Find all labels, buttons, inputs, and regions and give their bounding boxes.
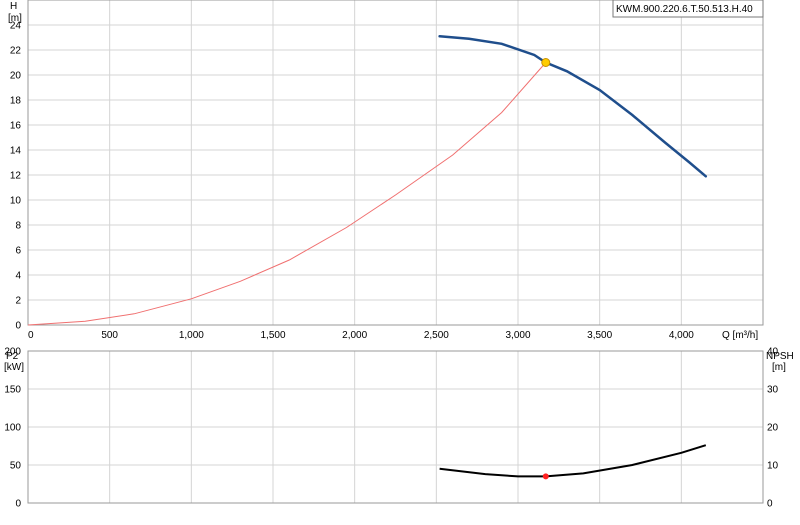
pump-head-curve (438, 35, 708, 178)
duty-point-marker (541, 58, 551, 67)
top-y-tick-labels: 024681012141618202224 (10, 21, 22, 332)
bottom-y2-tick-2: 30 (767, 385, 779, 396)
top-xlabel: Q [m³/h] (722, 330, 758, 341)
bottom-y2-tick-3: 40 (767, 347, 779, 358)
top-x-tick-0: 0 (28, 330, 34, 341)
bottom-y-tick-4: 200 (4, 347, 21, 358)
top-y-tick-7: 14 (10, 146, 22, 157)
top-x-tick-5: 2,500 (424, 330, 449, 341)
top-y-tick-9: 18 (10, 96, 22, 107)
bottom-y-tick-2: 100 (4, 423, 21, 434)
bottom-y2label-line2: [m] (772, 362, 786, 373)
top-x-tick-2: 1,000 (179, 330, 204, 341)
bottom-y-tick-3: 150 (4, 385, 21, 396)
model-label-box: KWM.900.220.6.T.50.513.H.40 (612, 0, 764, 18)
top-y-tick-3: 6 (15, 246, 21, 257)
bottom-y2-tick-0: 10 (767, 461, 779, 472)
top-y-tick-4: 8 (15, 221, 21, 232)
top-x-tick-6: 3,000 (505, 330, 530, 341)
bottom-y-tick-1: 50 (10, 461, 22, 472)
top-x-tick-8: 4,000 (669, 330, 694, 341)
top-y-tick-5: 10 (10, 196, 22, 207)
top-y-tick-10: 20 (10, 71, 22, 82)
top-x-tick-4: 2,000 (342, 330, 367, 341)
top-y-tick-12: 24 (10, 21, 22, 32)
bottom-y2-tick-1: 20 (767, 423, 779, 434)
pump-performance-chart: H [m] 0 2 4 6 8 10 12 14 16 18 20 22 24 0 500 1,000 1,5… (0, 0, 800, 520)
bottom-y2-tick-zero: 0 (767, 499, 773, 510)
chart-canvas: H [m] 024681012141618202224 0 500 1,000 1,5… (4, 0, 794, 510)
top-x-tick-1: 500 (101, 330, 118, 341)
bottom-series-group (439, 444, 707, 480)
bottom-y-tick-0: 0 (15, 499, 21, 510)
power-duty-point-marker (542, 473, 549, 480)
top-x-tick-7: 3,500 (587, 330, 612, 341)
top-ylabel-line1: H (10, 1, 17, 12)
top-x-tick-3: 1,500 (260, 330, 285, 341)
bottom-gridlines (27, 350, 763, 504)
top-y-tick-8: 16 (10, 121, 22, 132)
top-y-tick-1: 2 (15, 296, 21, 307)
top-y-tick-11: 22 (10, 46, 22, 57)
top-y-tick-6: 12 (10, 171, 22, 182)
model-label: KWM.900.220.6.T.50.513.H.40 (616, 4, 753, 15)
top-gridlines (27, 0, 763, 326)
top-plot-frame (27, 0, 764, 326)
top-x-tick-labels: 0 500 1,000 1,500 2,000 2,500 3,000 3,500 4,000 (28, 330, 694, 341)
top-y-tick-2: 4 (15, 271, 21, 282)
top-series-group (27, 35, 708, 326)
top-y-tick-0: 0 (15, 321, 21, 332)
bottom-ylabel-line2: [kW] (4, 362, 24, 373)
power-curve (439, 444, 707, 478)
system-curve (27, 62, 547, 326)
